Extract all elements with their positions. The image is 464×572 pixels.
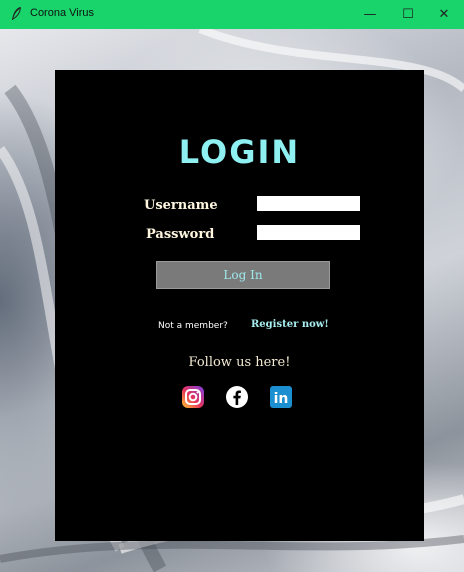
maximize-button[interactable]: ☐ — [388, 0, 428, 29]
register-link[interactable]: Register now! — [251, 319, 329, 330]
facebook-icon[interactable] — [225, 385, 249, 409]
login-heading: LOGIN — [178, 133, 301, 171]
window-title: Corona Virus — [30, 7, 94, 19]
linkedin-text: in — [274, 391, 289, 407]
login-button[interactable]: Log In — [156, 261, 330, 289]
feather-icon — [12, 6, 21, 20]
instagram-icon[interactable] — [181, 385, 205, 409]
password-label: Password — [146, 227, 215, 242]
follow-us-text: Follow us here! — [188, 355, 291, 370]
title-bar[interactable]: Corona Virus — ☐ ✕ — [0, 0, 464, 29]
login-panel: LOGIN Username Password Log In Not a mem… — [55, 70, 424, 541]
username-label: Username — [144, 198, 218, 213]
username-input[interactable] — [257, 196, 360, 211]
close-button[interactable]: ✕ — [424, 0, 464, 29]
minimize-button[interactable]: — — [350, 0, 390, 29]
app-window: Corona Virus — ☐ ✕ LOGIN Username Passwo… — [0, 0, 464, 572]
not-member-text: Not a member? — [158, 321, 228, 331]
linkedin-icon[interactable]: in — [269, 385, 293, 409]
password-input[interactable] — [257, 225, 360, 240]
